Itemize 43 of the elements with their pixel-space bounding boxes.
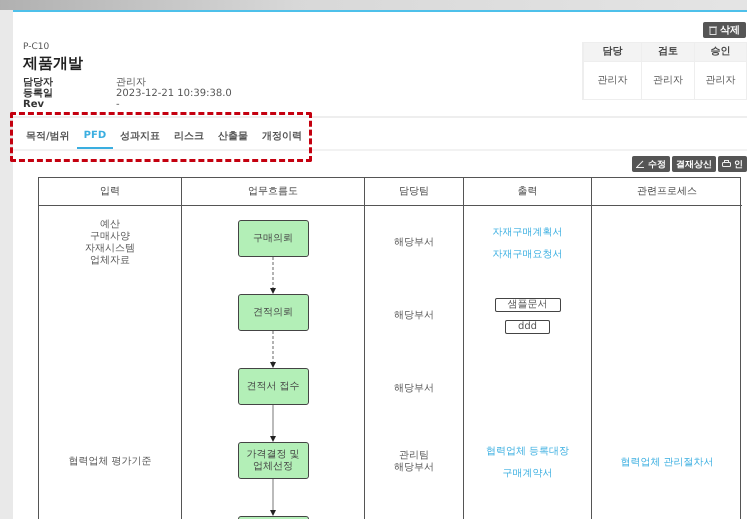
team-text: 해당부서 [394,382,434,394]
flow-step-node[interactable]: 구매의뢰 [238,220,308,257]
approval-header: 검토 [641,43,694,61]
approval-cell: 관리자 [694,61,746,99]
approval-header: 담당 [583,43,641,61]
approval-header: 승인 [694,43,746,61]
tab[interactable]: 개정이력 [255,122,310,149]
approval-cell: 관리자 [641,61,694,99]
delete-button[interactable]: 삭제 [703,22,746,38]
tab[interactable]: 산출물 [211,122,256,149]
team-text: 관리팀 해당부서 [394,450,434,474]
tab[interactable]: 목적/범위 [19,122,77,149]
process-code: P-C10 [23,42,50,52]
field-value: - [116,99,120,110]
field-value: 관리자 [116,77,146,88]
action-button[interactable]: 결재상신 [672,156,716,172]
team-text: 해당부서 [394,310,434,322]
trash-icon [709,26,717,34]
input-text: 예산 구매사양 자재시스템 업체자료 [85,218,135,266]
column-header: 관련프로세스 [591,178,742,206]
tab[interactable]: 리스크 [167,122,212,149]
column-header: 입력 [39,178,181,206]
input-text: 협력업체 평가기준 [68,456,152,468]
column-header: 출력 [463,178,591,206]
action-button[interactable]: 인 [718,156,747,172]
flow-step-node[interactable]: 가격결정 및 업체선정 [238,442,308,479]
field-value: 2023-12-21 10:39:38.0 [116,88,232,99]
field-label: 등록일 [23,88,54,99]
document-chip[interactable]: ddd [504,320,550,334]
flow-step-node[interactable]: 견적의뢰 [238,294,308,331]
field-label: 담당자 [23,77,54,88]
column-header: 담당팀 [364,178,463,206]
approval-cell: 관리자 [583,61,641,99]
tab[interactable]: 성과지표 [113,122,168,149]
column-header: 업무흐름도 [181,178,364,206]
field-label: Rev [23,99,46,110]
document-chip[interactable]: 샘플문서 [494,298,560,312]
team-text: 해당부서 [394,236,434,248]
flow-step-node[interactable]: 견적서 접수 [238,368,308,405]
action-button[interactable]: 수정 [632,156,670,172]
page-title: 제품개발 [23,54,84,73]
printer-icon [722,160,731,168]
pencil-icon [636,160,645,168]
